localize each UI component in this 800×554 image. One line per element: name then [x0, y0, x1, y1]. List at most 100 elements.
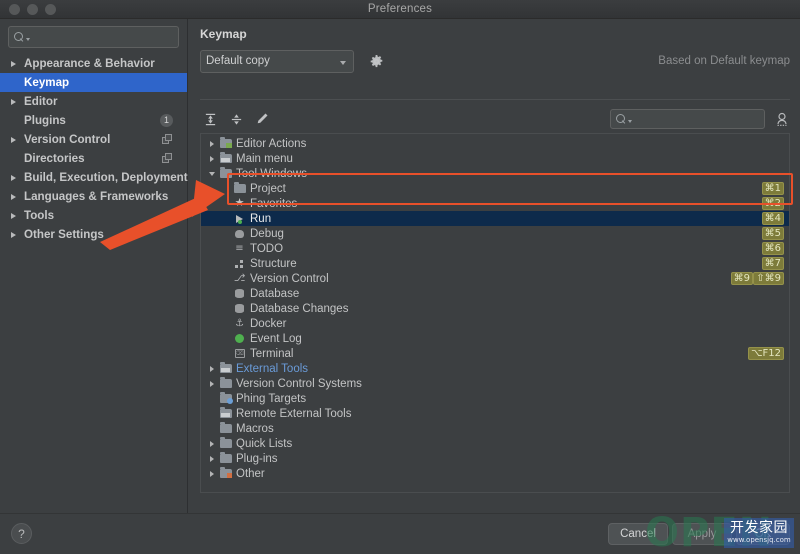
folder-icon: [218, 424, 233, 433]
sidebar-search[interactable]: [8, 26, 179, 48]
sidebar-item-badge: 1: [160, 114, 173, 127]
pencil-icon[interactable]: [252, 109, 272, 129]
table-row[interactable]: Database: [201, 286, 789, 301]
tree-item-label: Event Log: [250, 333, 302, 345]
divider: [200, 99, 790, 100]
table-row[interactable]: Main menu: [201, 151, 789, 166]
sidebar-item-directories[interactable]: Directories: [0, 149, 187, 168]
dialog-footer: ? Cancel Apply OK: [0, 513, 800, 554]
table-row[interactable]: Quick Lists: [201, 436, 789, 451]
tree-item-label: Editor Actions: [236, 138, 306, 150]
gear-icon[interactable]: [369, 54, 384, 69]
structure-icon: [232, 260, 247, 268]
sidebar-search-input[interactable]: [30, 31, 187, 43]
chevron-right-icon[interactable]: [205, 366, 218, 372]
table-row[interactable]: Other: [201, 466, 789, 481]
chevron-right-icon[interactable]: [8, 175, 19, 181]
sidebar-item-editor[interactable]: Editor: [0, 92, 187, 111]
table-row[interactable]: ⎇Version Control⌘9⇧⌘9: [201, 271, 789, 286]
ok-button[interactable]: OK: [736, 523, 790, 545]
table-row[interactable]: External Tools: [201, 361, 789, 376]
expand-all-icon[interactable]: [200, 109, 220, 129]
filter-shortcut-icon[interactable]: [774, 111, 790, 127]
keymap-tree[interactable]: Editor ActionsMain menuTool WindowsProje…: [200, 133, 790, 493]
table-row[interactable]: Debug⌘5: [201, 226, 789, 241]
tree-item-label: Plug-ins: [236, 453, 278, 465]
chevron-right-icon[interactable]: [8, 213, 19, 219]
table-row[interactable]: Phing Targets: [201, 391, 789, 406]
sidebar-item-build-execution-deployment[interactable]: Build, Execution, Deployment: [0, 168, 187, 187]
help-button[interactable]: ?: [11, 523, 32, 544]
table-row[interactable]: Editor Actions: [201, 136, 789, 151]
table-row[interactable]: ⌫Terminal⌥F12: [201, 346, 789, 361]
shortcut-badge: ⌘2: [762, 197, 784, 210]
table-row[interactable]: Tool Windows: [201, 166, 789, 181]
table-row[interactable]: Remote External Tools: [201, 406, 789, 421]
terminal-icon: ⌫: [232, 349, 247, 358]
chevron-down-icon[interactable]: [205, 172, 218, 176]
chevron-right-icon[interactable]: [205, 141, 218, 147]
sidebar-item-label: Tools: [24, 209, 54, 222]
chevron-right-icon[interactable]: [8, 61, 19, 67]
chevron-right-icon[interactable]: [205, 456, 218, 462]
tree-item-label: Project: [250, 183, 286, 195]
sidebar-item-other-settings[interactable]: Other Settings: [0, 225, 187, 244]
sidebar-item-tools[interactable]: Tools: [0, 206, 187, 225]
keymap-select[interactable]: Default copy: [200, 50, 354, 73]
table-row[interactable]: Database Changes: [201, 301, 789, 316]
branch-icon: ⎇: [232, 274, 247, 284]
sidebar-item-version-control[interactable]: Version Control: [0, 130, 187, 149]
table-row[interactable]: ⚓Docker: [201, 316, 789, 331]
table-row[interactable]: ★Favorites⌘2: [201, 196, 789, 211]
keymap-controls-row: Default copy Based on Default keymap: [200, 49, 790, 73]
sidebar-item-label: Keymap: [24, 76, 69, 89]
table-row[interactable]: Run⌘4: [201, 211, 789, 226]
chevron-right-icon[interactable]: [205, 471, 218, 477]
folder-tools-icon: [218, 409, 233, 418]
chevron-right-icon[interactable]: [8, 194, 19, 200]
collapse-all-icon[interactable]: [226, 109, 246, 129]
cancel-button[interactable]: Cancel: [608, 523, 668, 545]
chevron-right-icon[interactable]: [205, 381, 218, 387]
window-title: Preferences: [0, 3, 800, 15]
chevron-right-icon[interactable]: [8, 232, 19, 238]
star-icon: ★: [232, 198, 247, 209]
settings-sidebar: Appearance & BehaviorKeymapEditorPlugins…: [0, 19, 188, 513]
database-changes-icon: [232, 304, 247, 313]
table-row[interactable]: Project⌘1: [201, 181, 789, 196]
chevron-right-icon[interactable]: [8, 137, 19, 143]
copy-icon[interactable]: [162, 134, 173, 145]
table-row[interactable]: Event Log: [201, 331, 789, 346]
shortcut-badge: ⌥F12: [748, 347, 784, 360]
chevron-right-icon[interactable]: [8, 99, 19, 105]
shortcut-search[interactable]: [610, 109, 765, 129]
copy-icon[interactable]: [162, 153, 173, 164]
sidebar-item-appearance-behavior[interactable]: Appearance & Behavior: [0, 54, 187, 73]
folder-other-icon: [218, 469, 233, 478]
table-row[interactable]: Macros: [201, 421, 789, 436]
shortcut-badge: ⌘7: [762, 257, 784, 270]
table-row[interactable]: Structure⌘7: [201, 256, 789, 271]
table-row[interactable]: Plug-ins: [201, 451, 789, 466]
sidebar-item-languages-frameworks[interactable]: Languages & Frameworks: [0, 187, 187, 206]
folder-menu-icon: [218, 154, 233, 163]
shortcut-badge: ⌘6: [762, 242, 784, 255]
tree-item-label: Version Control: [250, 273, 329, 285]
apply-button[interactable]: Apply: [672, 523, 732, 545]
shortcut-search-input[interactable]: [632, 113, 777, 125]
sidebar-item-label: Plugins: [24, 114, 66, 127]
tree-item-label: Tool Windows: [236, 168, 307, 180]
folder-phing-icon: [218, 394, 233, 403]
table-row[interactable]: ≡TODO⌘6: [201, 241, 789, 256]
chevron-right-icon[interactable]: [205, 441, 218, 447]
search-icon: [616, 114, 627, 125]
chevron-right-icon[interactable]: [205, 156, 218, 162]
search-icon: [14, 32, 25, 43]
keymap-pane: Keymap Default copy Based on Default key…: [189, 19, 800, 513]
folder-icon: [218, 169, 233, 178]
table-row[interactable]: Version Control Systems: [201, 376, 789, 391]
tree-item-label: Macros: [236, 423, 274, 435]
based-on-label: Based on Default keymap: [658, 55, 790, 67]
sidebar-item-plugins[interactable]: Plugins 1: [0, 111, 187, 130]
sidebar-item-keymap[interactable]: Keymap: [0, 73, 187, 92]
